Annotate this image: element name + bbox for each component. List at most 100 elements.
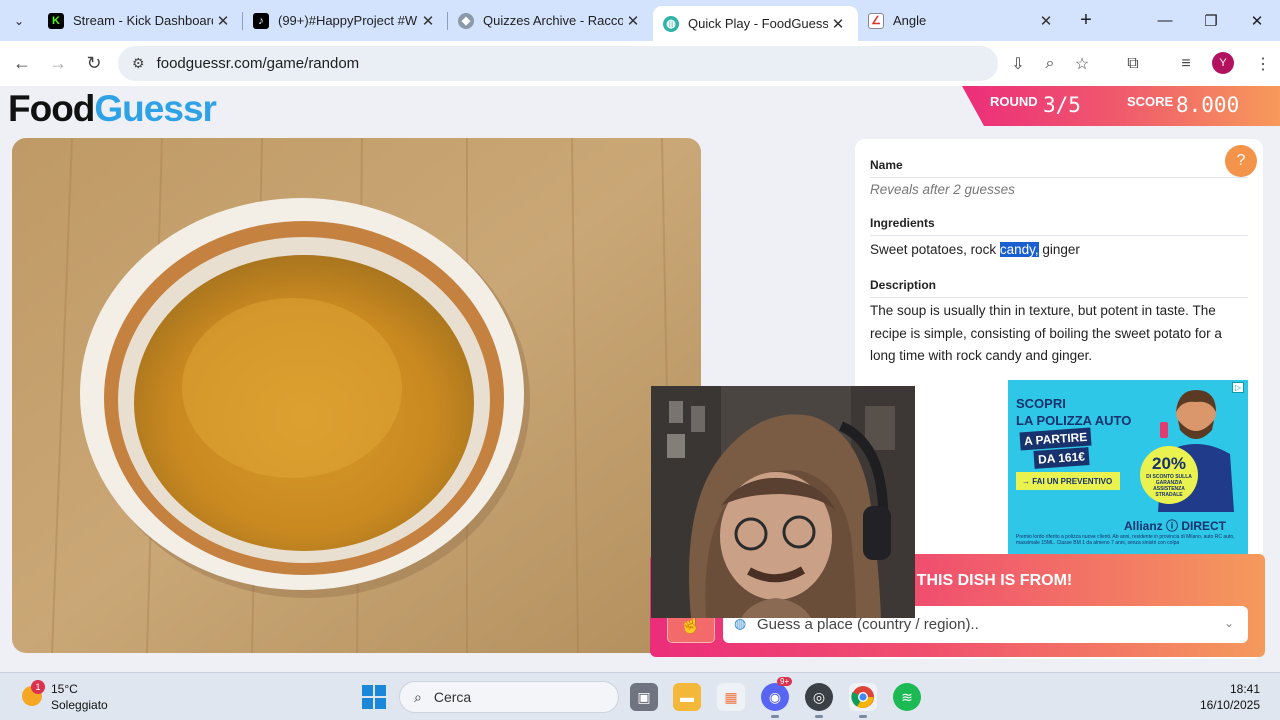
angle-icon: ∠ xyxy=(868,12,884,29)
close-icon: ✕ xyxy=(1250,12,1264,30)
ad-discount-text: DI SCONTO SULLA GARANZIA ASSISTENZA STRA… xyxy=(1146,474,1192,498)
selected-text: candy, xyxy=(999,242,1039,257)
foodguessr-page: FoodGuessr ROUND 3/5 SCORE 8.000 ? Name … xyxy=(0,86,1280,672)
ad-line: SCOPRI xyxy=(1016,396,1066,411)
plus-icon: + xyxy=(1080,9,1092,31)
windows-logo-icon xyxy=(362,685,373,696)
minimize-icon: — xyxy=(1157,12,1173,29)
chevron-down-icon: ⌄ xyxy=(13,13,25,28)
weather-badge: 1 xyxy=(31,680,45,694)
ad-percent: 20% xyxy=(1151,454,1187,473)
windows-logo-icon xyxy=(362,698,373,709)
close-tab-icon[interactable]: ✕ xyxy=(213,12,233,30)
close-tab-icon[interactable]: ✕ xyxy=(828,15,848,33)
windows-logo-icon xyxy=(375,698,386,709)
tab-bar: ⌄ K Stream - Kick Dashboard ✕ ♪ (99+)#Ha… xyxy=(0,0,1280,41)
new-tab-button[interactable]: + xyxy=(1066,9,1106,32)
divider xyxy=(870,297,1248,298)
arrow-left-icon: ← xyxy=(13,53,31,73)
start-button[interactable] xyxy=(362,685,386,709)
profile-avatar[interactable]: Y xyxy=(1212,52,1234,74)
extensions-icon[interactable]: ⧉ xyxy=(1116,46,1150,81)
ad-banner[interactable]: ▷ SCOPRI LA POLIZZA AUTO A PARTIRE DA 16… xyxy=(1008,380,1248,555)
bookmark-star-icon[interactable]: ☆ xyxy=(1065,46,1099,81)
quiz-icon: ◆ xyxy=(458,12,474,29)
obs-icon[interactable]: ◎ xyxy=(805,683,833,718)
ad-brand: Allianz ⓘ DIRECT xyxy=(1124,519,1227,533)
taskbar-search[interactable]: ⌕ Cerca xyxy=(399,681,619,713)
clock-time: 18:41 xyxy=(1229,682,1260,696)
foodguessr-logo[interactable]: FoodGuessr xyxy=(8,88,217,130)
site-info-icon[interactable]: ⚙ xyxy=(132,55,145,72)
install-app-icon[interactable]: ⇩ xyxy=(1001,46,1035,81)
tab-tiktok[interactable]: ♪ (99+)#HappyProject #Wi ✕ xyxy=(243,0,448,41)
minimize-button[interactable]: — xyxy=(1142,0,1188,41)
restore-icon: ❐ xyxy=(1204,12,1218,30)
media-control-icon[interactable]: ≡ xyxy=(1169,46,1203,81)
guess-heading: RE THIS DISH IS FROM! xyxy=(890,572,1073,589)
ingredients-text: Sweet potatoes, rock xyxy=(870,242,1000,257)
chrome-icon[interactable] xyxy=(849,683,877,718)
ingredients-heading: Ingredients xyxy=(870,216,935,230)
weather-temperature[interactable]: 15°C xyxy=(51,682,78,696)
close-tab-icon[interactable]: ✕ xyxy=(418,12,438,30)
discord-badge: 9+ xyxy=(777,677,793,686)
system-clock[interactable]: 18:41 16/10/2025 xyxy=(1200,681,1260,713)
back-button[interactable]: ← xyxy=(4,46,40,82)
tab-title: Stream - Kick Dashboard xyxy=(73,13,213,28)
divider xyxy=(870,177,1248,178)
tab-quizzes[interactable]: ◆ Quizzes Archive - Raccolt ✕ xyxy=(448,0,653,41)
arrow-right-icon: → xyxy=(49,53,67,73)
logo-part-food: Food xyxy=(8,88,95,129)
file-explorer-icon[interactable]: ▬ xyxy=(673,683,701,711)
ingredients-value: Sweet potatoes, rock candy, ginger xyxy=(870,239,1245,262)
tab-kick[interactable]: K Stream - Kick Dashboard ✕ xyxy=(38,0,243,41)
tab-title: (99+)#HappyProject #Wi xyxy=(278,13,418,28)
zoom-icon[interactable]: ⌕ xyxy=(1033,46,1067,81)
round-label: ROUND xyxy=(990,94,1038,109)
ingredients-text: ginger xyxy=(1038,242,1080,257)
score-bar: ROUND 3/5 SCORE 8.000 xyxy=(962,86,1280,126)
browser-toolbar: ← → ↻ ⚙ foodguessr.com/game/random ⇩ ⌕ ☆… xyxy=(0,41,1280,86)
menu-kebab-icon[interactable]: ⋮ xyxy=(1246,46,1280,81)
restore-button[interactable]: ❐ xyxy=(1188,0,1234,41)
ad-cta-button[interactable]: → FAI UN PREVENTIVO xyxy=(1016,472,1120,490)
score-label: SCORE xyxy=(1127,94,1174,109)
spotify-icon[interactable]: ≋ xyxy=(893,683,921,711)
address-bar[interactable]: ⚙ foodguessr.com/game/random xyxy=(118,46,998,81)
name-heading: Name xyxy=(870,158,903,172)
ad-line: LA POLIZZA AUTO xyxy=(1016,413,1132,428)
tab-title: Angle xyxy=(893,13,927,28)
tab-angle[interactable]: ∠ Angle ✕ xyxy=(858,0,1066,41)
dish-photo xyxy=(12,138,701,653)
chrome-logo xyxy=(851,686,874,708)
task-view-icon[interactable]: ▣ xyxy=(630,683,658,711)
reload-button[interactable]: ↻ xyxy=(76,46,112,82)
chevron-down-icon[interactable]: ⌄ xyxy=(1224,616,1234,630)
close-tab-icon[interactable]: ✕ xyxy=(623,12,643,30)
description-heading: Description xyxy=(870,278,937,292)
help-icon[interactable]: ? xyxy=(1225,145,1257,177)
ad-fine-print: Premio lordo riferito a polizza nuove cl… xyxy=(1016,534,1235,546)
score-value: 8.000 xyxy=(1176,93,1240,117)
close-window-button[interactable]: ✕ xyxy=(1234,0,1280,41)
windows-taskbar: 1 15°C Soleggiato ⌕ Cerca ▣ ▬ ▦ ◉ 9+ ◎ ≋… xyxy=(0,672,1280,720)
url-text: foodguessr.com/game/random xyxy=(156,55,360,72)
tab-search-button[interactable]: ⌄ xyxy=(0,0,38,41)
ad-tag: DA 161€ xyxy=(1033,447,1090,469)
close-tab-icon[interactable]: ✕ xyxy=(1036,12,1056,30)
windows-logo-icon xyxy=(375,685,386,696)
tab-title: Quick Play - FoodGuessr xyxy=(688,16,828,31)
forward-button[interactable]: → xyxy=(40,46,76,82)
clock-date: 16/10/2025 xyxy=(1199,698,1260,712)
search-icon: ⌕ xyxy=(414,688,422,705)
tab-title: Quizzes Archive - Raccolt xyxy=(483,13,623,28)
globe-icon: ◍ xyxy=(663,15,679,32)
microsoft-store-icon[interactable]: ▦ xyxy=(717,683,745,711)
divider xyxy=(870,235,1248,236)
name-value: Reveals after 2 guesses xyxy=(870,182,1015,197)
tab-foodguessr[interactable]: ◍ Quick Play - FoodGuessr ✕ xyxy=(653,6,858,41)
weather-condition[interactable]: Soleggiato xyxy=(51,698,108,712)
webcam-overlay xyxy=(651,386,915,618)
discord-icon[interactable]: ◉ 9+ xyxy=(761,677,793,718)
